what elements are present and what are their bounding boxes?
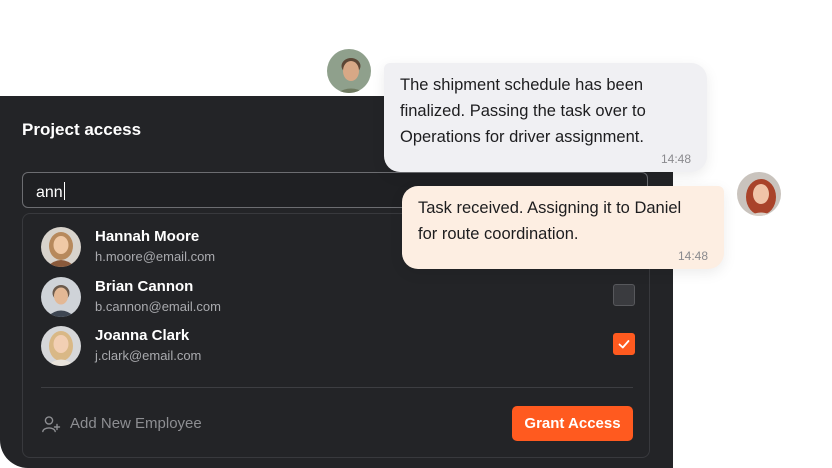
message-time: 14:48 xyxy=(677,249,708,263)
divider xyxy=(41,387,633,388)
chat-avatar-woman xyxy=(735,170,783,218)
add-user-icon xyxy=(42,416,61,433)
grant-access-button[interactable]: Grant Access xyxy=(512,406,633,441)
employee-name: Joanna Clark xyxy=(95,327,190,344)
list-item[interactable]: Brian Cannon b.cannon@email.com xyxy=(41,275,635,319)
message-line: Task received. Assigning it to Daniel xyxy=(418,199,682,217)
message-line: The shipment schedule has been xyxy=(400,76,644,94)
text-caret xyxy=(63,182,65,200)
avatar xyxy=(41,326,81,366)
message-time: 14:48 xyxy=(660,152,691,166)
message-line: for route coordination. xyxy=(418,225,579,243)
employee-email: b.cannon@email.com xyxy=(95,299,221,314)
employee-checkbox[interactable] xyxy=(613,284,635,306)
chat-avatar-man xyxy=(325,47,373,95)
employee-name: Brian Cannon xyxy=(95,278,194,295)
search-value: ann xyxy=(36,184,63,201)
avatar xyxy=(41,277,81,317)
chat-message-incoming: The shipment schedule has been finalized… xyxy=(384,63,707,172)
message-line: finalized. Passing the task over to xyxy=(400,102,646,120)
employee-email: j.clark@email.com xyxy=(95,348,202,363)
employee-checkbox-checked[interactable] xyxy=(613,333,635,355)
avatar xyxy=(41,227,81,267)
chat-message-outgoing: Task received. Assigning it to Daniel fo… xyxy=(402,186,724,269)
checkmark-icon xyxy=(618,340,630,349)
add-employee-label: Add New Employee xyxy=(70,415,202,432)
employee-name: Hannah Moore xyxy=(95,228,200,245)
employee-email: h.moore@email.com xyxy=(95,249,216,264)
list-item[interactable]: Joanna Clark j.clark@email.com xyxy=(41,324,635,368)
panel-title: Project access xyxy=(22,120,142,139)
message-line: Operations for driver assignment. xyxy=(400,128,644,146)
